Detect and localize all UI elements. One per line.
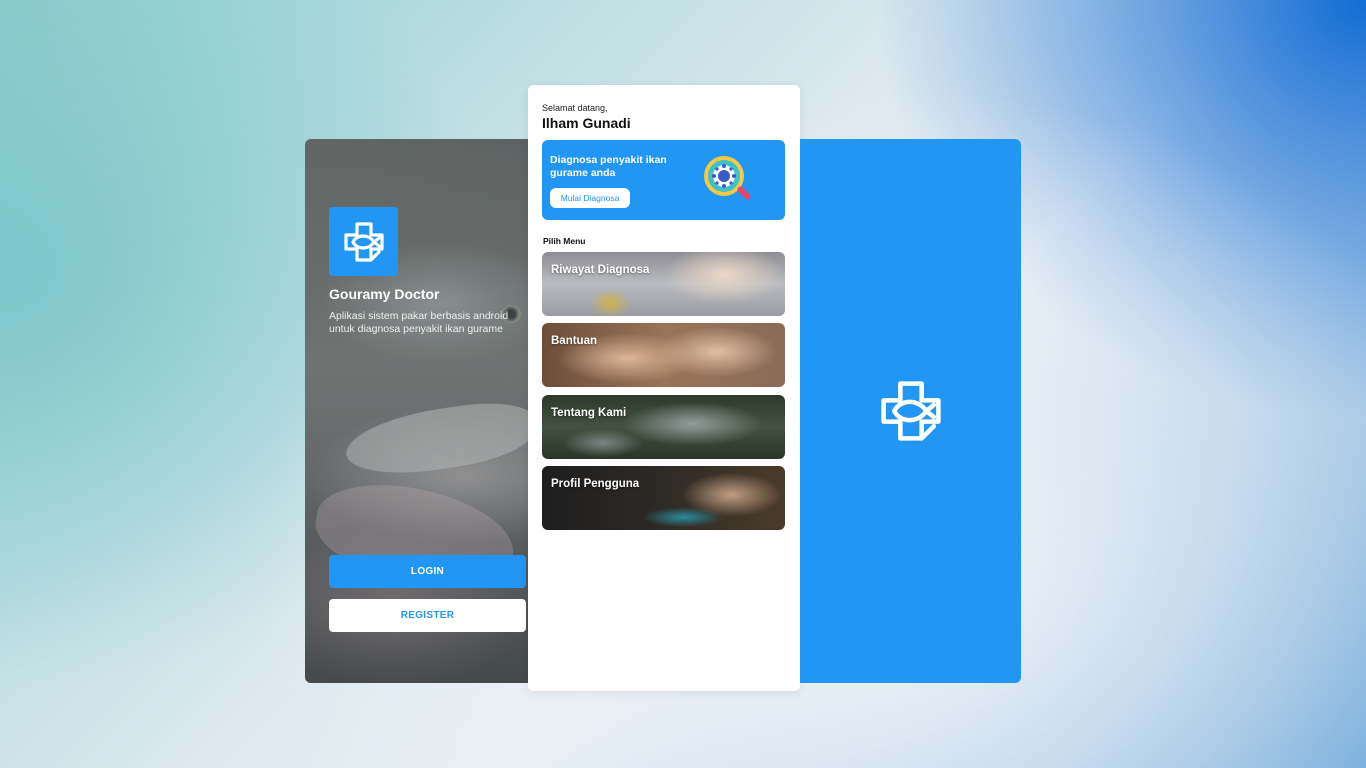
- menu-item-label: Riwayat Diagnosa: [551, 264, 650, 276]
- menu-item-label: Tentang Kami: [551, 407, 627, 419]
- diagnosis-banner: Diagnosa penyakit ikan gurame anda Mulai…: [542, 140, 785, 220]
- splash-screen: [800, 139, 1021, 683]
- home-screen: Selamat datang, Ilham Gunadi Diagnosa pe…: [528, 85, 800, 691]
- menu-item-diagnosis-history[interactable]: Riwayat Diagnosa: [542, 252, 785, 316]
- register-button[interactable]: REGISTER: [329, 599, 526, 632]
- menu-item-user-profile[interactable]: Profil Pengguna: [542, 466, 785, 530]
- login-button[interactable]: LOGIN: [329, 555, 526, 588]
- start-diagnosis-button[interactable]: Mulai Diagnosa: [550, 188, 630, 208]
- menu-heading: Pilih Menu: [543, 236, 586, 246]
- app-description: Aplikasi sistem pakar berbasis android u…: [329, 310, 509, 335]
- login-screen: Gouramy Doctor Aplikasi sistem pakar ber…: [305, 139, 528, 683]
- user-name: Ilham Gunadi: [542, 115, 631, 131]
- banner-text: Diagnosa penyakit ikan gurame anda: [550, 154, 667, 179]
- medical-cross-fish-icon: [876, 376, 946, 446]
- app-logo: [329, 207, 398, 276]
- menu-item-help[interactable]: Bantuan: [542, 323, 785, 387]
- menu-item-label: Profil Pengguna: [551, 478, 640, 490]
- medical-cross-fish-icon: [341, 219, 387, 265]
- greeting-text: Selamat datang,: [542, 103, 608, 113]
- magnifier-virus-icon: [700, 152, 756, 208]
- app-name: Gouramy Doctor: [329, 286, 440, 302]
- menu-item-label: Bantuan: [551, 335, 597, 347]
- menu-item-about-us[interactable]: Tentang Kami: [542, 395, 785, 459]
